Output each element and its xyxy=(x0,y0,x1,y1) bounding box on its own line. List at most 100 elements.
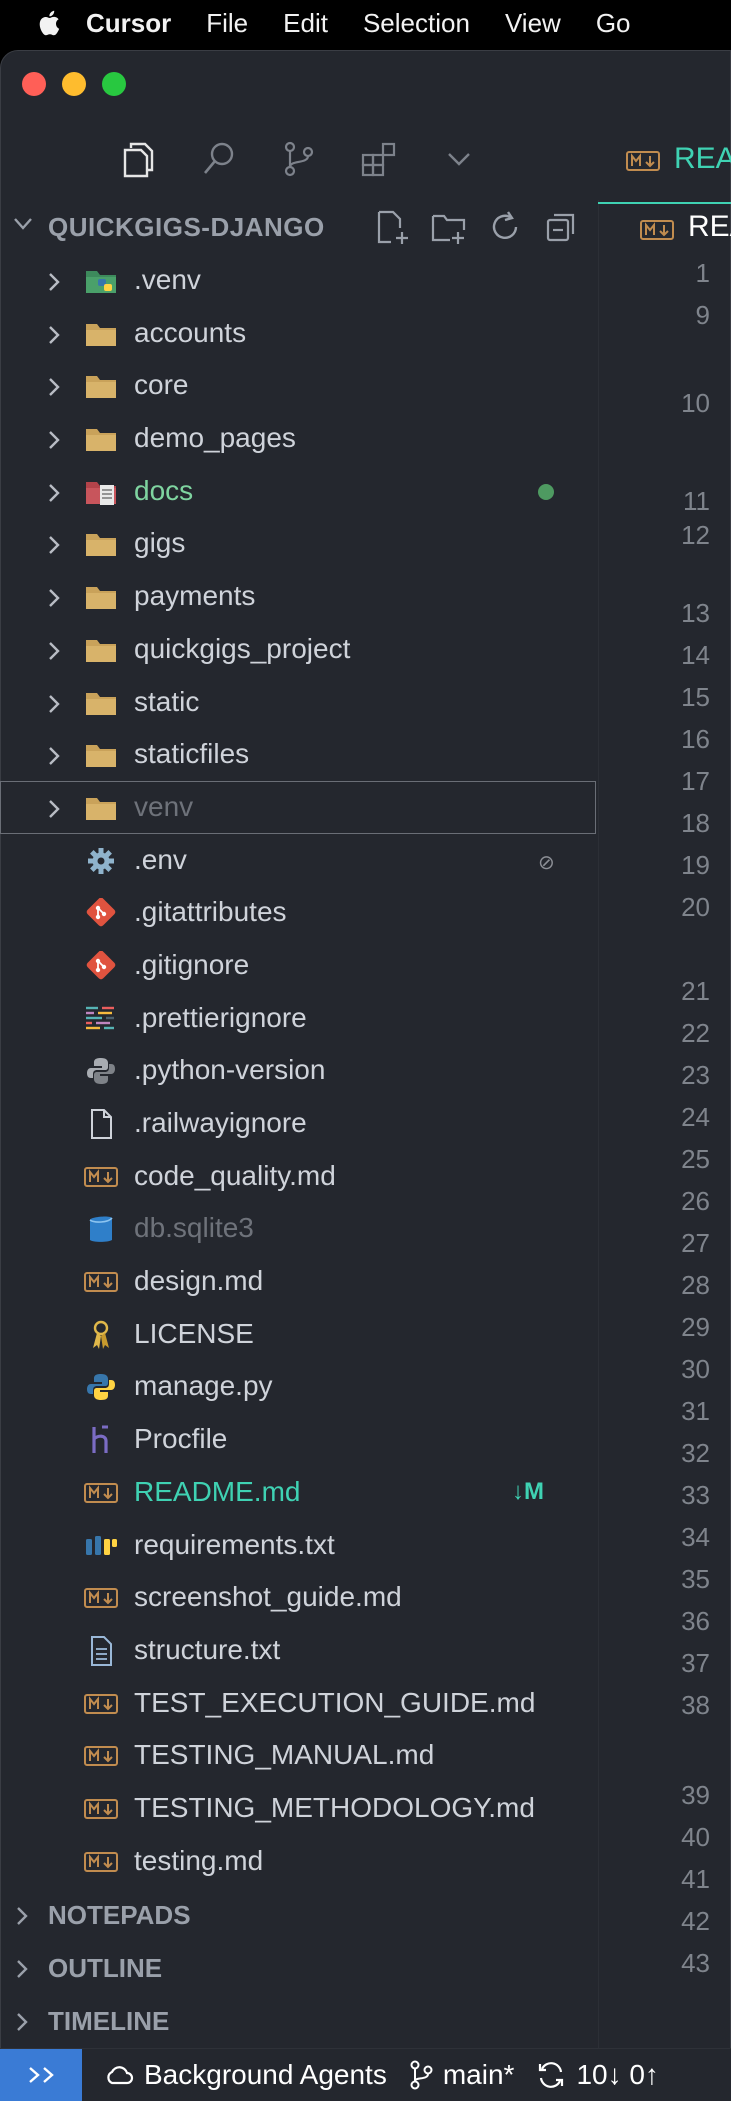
close-window-button[interactable] xyxy=(22,72,46,96)
chevron-right-icon xyxy=(17,1960,28,1978)
new-folder-button[interactable] xyxy=(428,206,470,248)
menu-edit[interactable]: Edit xyxy=(283,8,328,39)
tree-item-label: .env xyxy=(134,843,187,875)
tree-file-row[interactable]: .gitattributes xyxy=(0,886,598,939)
folder-icon xyxy=(84,424,118,454)
chevron-right-icon[interactable] xyxy=(46,693,62,715)
apple-logo-icon[interactable] xyxy=(38,10,60,36)
menu-file[interactable]: File xyxy=(206,8,248,39)
chevron-right-icon[interactable] xyxy=(46,798,62,820)
sync-button[interactable]: 10↓ 0↑ xyxy=(536,2059,659,2091)
chevron-right-icon[interactable] xyxy=(46,376,62,398)
tree-file-row[interactable]: manage.py xyxy=(0,1360,598,1413)
chevron-right-icon[interactable] xyxy=(46,534,62,556)
tree-file-row[interactable]: TESTING_METHODOLOGY.md xyxy=(0,1782,598,1835)
tree-file-row[interactable]: TESTING_MANUAL.md xyxy=(0,1729,598,1782)
tree-file-row[interactable]: structure.txt xyxy=(0,1624,598,1677)
chevron-right-icon[interactable] xyxy=(46,271,62,293)
chevron-right-icon[interactable] xyxy=(46,640,62,662)
chevron-right-icon[interactable] xyxy=(46,745,62,767)
markdown-icon xyxy=(84,1583,118,1613)
folder-icon xyxy=(84,319,118,349)
tree-folder-row[interactable]: quickgigs_project xyxy=(0,623,598,676)
section-outline[interactable]: OUTLINE xyxy=(0,1941,598,1993)
folder-icon xyxy=(84,529,118,559)
tree-file-row[interactable]: db.sqlite3 xyxy=(0,1202,598,1255)
remote-indicator-button[interactable] xyxy=(0,2049,82,2101)
section-timeline[interactable]: TIMELINE xyxy=(0,1994,598,2046)
background-agents-button[interactable]: Background Agents xyxy=(104,2059,387,2091)
new-file-button[interactable] xyxy=(372,206,414,248)
extensions-icon[interactable] xyxy=(360,138,398,180)
sidebar-divider xyxy=(598,200,599,2050)
tree-file-row[interactable]: Procfile xyxy=(0,1413,598,1466)
tree-folder-row[interactable]: venv xyxy=(0,780,596,834)
activity-bar xyxy=(120,138,478,180)
line-number: 31 xyxy=(681,1396,710,1426)
tree-folder-row[interactable]: accounts xyxy=(0,307,598,360)
tree-file-row[interactable]: .python-version xyxy=(0,1044,598,1097)
tree-file-row[interactable]: screenshot_guide.md xyxy=(0,1571,598,1624)
explorer-header[interactable]: QUICKGIGS-DJANGO xyxy=(0,198,598,254)
tree-folder-row[interactable]: docs xyxy=(0,465,598,518)
chevron-right-icon[interactable] xyxy=(46,324,62,346)
explorer-project-title[interactable]: QUICKGIGS-DJANGO xyxy=(48,212,325,243)
tree-folder-row[interactable]: demo_pages xyxy=(0,412,598,465)
chevron-down-icon[interactable] xyxy=(440,138,478,180)
editor-tab-label[interactable]: REA xyxy=(674,142,731,176)
tree-file-row[interactable]: code_quality.md xyxy=(0,1150,598,1203)
python-icon xyxy=(84,1372,118,1402)
chevron-right-icon[interactable] xyxy=(46,587,62,609)
tree-file-row[interactable]: .prettierignore xyxy=(0,992,598,1045)
search-icon[interactable] xyxy=(200,138,238,180)
menu-selection[interactable]: Selection xyxy=(363,8,470,39)
tree-folder-row[interactable]: gigs xyxy=(0,517,598,570)
folder-icon xyxy=(84,635,118,665)
menu-go[interactable]: Go xyxy=(596,8,631,39)
explorer-files-icon[interactable] xyxy=(120,138,158,180)
source-control-icon[interactable] xyxy=(280,138,318,180)
refresh-button[interactable] xyxy=(484,206,526,248)
section-title: NOTEPADS xyxy=(48,1900,191,1930)
chevron-right-icon[interactable] xyxy=(46,482,62,504)
line-number: 12 xyxy=(681,520,710,550)
tree-item-label: .venv xyxy=(134,264,201,295)
tree-file-row[interactable]: LICENSE xyxy=(0,1308,598,1361)
tree-item-label: Procfile xyxy=(134,1423,228,1455)
tree-file-row[interactable]: README.md ↓M xyxy=(0,1466,598,1519)
menu-app-name[interactable]: Cursor xyxy=(86,8,171,39)
folder-icon xyxy=(84,793,118,823)
chevron-down-icon[interactable] xyxy=(12,216,34,232)
chevron-right-icon xyxy=(17,1907,28,1925)
tree-folder-row[interactable]: staticfiles xyxy=(0,728,598,781)
breadcrumb[interactable]: REA xyxy=(688,210,731,244)
zoom-window-button[interactable] xyxy=(102,72,126,96)
tree-file-row[interactable]: TEST_EXECUTION_GUIDE.md xyxy=(0,1677,598,1730)
branch-button[interactable]: main* xyxy=(409,2059,514,2091)
git-icon xyxy=(84,950,118,981)
tree-file-row[interactable]: .gitignore xyxy=(0,939,598,992)
tree-file-row[interactable]: .railwayignore xyxy=(0,1097,598,1150)
tree-item-label: gigs xyxy=(134,527,186,559)
tree-file-row[interactable]: .env ⊘ xyxy=(0,834,598,887)
line-number: 15 xyxy=(681,682,710,712)
markdown-icon xyxy=(84,1478,118,1508)
tree-item-label: .gitignore xyxy=(134,948,250,980)
tree-folder-row[interactable]: static xyxy=(0,676,598,729)
tree-file-row[interactable]: design.md xyxy=(0,1255,598,1308)
tree-folder-row[interactable]: .venv xyxy=(0,254,598,307)
menu-view[interactable]: View xyxy=(505,8,561,39)
tree-folder-row[interactable]: core xyxy=(0,359,598,412)
section-notepads[interactable]: NOTEPADS xyxy=(0,1888,598,1940)
tree-item-label: testing.md xyxy=(134,1844,264,1876)
tree-item-label: TESTING_METHODOLOGY.md xyxy=(134,1791,535,1823)
tree-file-row[interactable]: requirements.txt xyxy=(0,1519,598,1572)
collapse-all-button[interactable] xyxy=(540,206,582,248)
line-number: 10 xyxy=(681,388,710,418)
chevron-right-icon[interactable] xyxy=(46,429,62,451)
line-number: 11 xyxy=(683,486,710,516)
line-number: 27 xyxy=(681,1228,710,1258)
minimize-window-button[interactable] xyxy=(62,72,86,96)
tree-file-row[interactable]: testing.md xyxy=(0,1835,598,1888)
tree-folder-row[interactable]: payments xyxy=(0,570,598,623)
